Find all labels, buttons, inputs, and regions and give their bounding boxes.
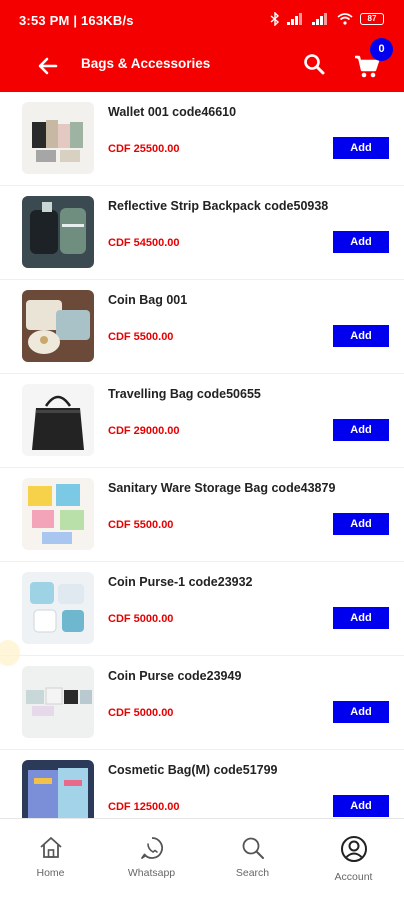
product-price: CDF 25500.00 (108, 143, 180, 155)
product-name: Sanitary Ware Storage Bag code43879 (108, 481, 336, 495)
add-button[interactable]: Add (333, 137, 389, 159)
bottom-navigation: Home Whatsapp Search Account (0, 818, 404, 900)
product-name: Reflective Strip Backpack code50938 (108, 199, 329, 213)
wifi-icon (337, 13, 353, 25)
product-item[interactable]: Reflective Strip Backpack code50938 CDF … (0, 186, 404, 280)
product-item[interactable]: Cosmetic Bag(M) code51799 CDF 12500.00 A… (0, 750, 404, 818)
add-button[interactable]: Add (333, 795, 389, 817)
product-price: CDF 5000.00 (108, 707, 174, 719)
bluetooth-icon (270, 12, 280, 26)
battery-icon: 87 (360, 13, 384, 25)
account-icon (340, 836, 367, 862)
status-time: 3:53 PM | 163KB/s (19, 13, 134, 28)
nav-account-label: Account (334, 871, 373, 883)
product-image (22, 572, 94, 644)
product-price: CDF 12500.00 (108, 801, 180, 813)
product-image (22, 102, 94, 174)
nav-search[interactable]: Search (202, 819, 303, 900)
product-image (22, 666, 94, 738)
system-icons: 87 (270, 12, 384, 26)
product-item[interactable]: Travelling Bag code50655 CDF 29000.00 Ad… (0, 374, 404, 468)
nav-whatsapp-label: Whatsapp (127, 867, 176, 879)
product-name: Travelling Bag code50655 (108, 387, 261, 401)
signal-icon-2 (312, 13, 327, 25)
product-image (22, 760, 94, 818)
product-image (22, 196, 94, 268)
whatsapp-icon (140, 837, 163, 859)
search-icon (242, 837, 264, 859)
product-name: Coin Bag 001 (108, 293, 188, 307)
product-price: CDF 5000.00 (108, 613, 174, 625)
nav-home-label: Home (36, 867, 65, 879)
home-icon (39, 837, 62, 858)
product-item[interactable]: Sanitary Ware Storage Bag code43879 CDF … (0, 468, 404, 562)
page-title: Bags & Accessories (81, 56, 211, 71)
add-button[interactable]: Add (333, 325, 389, 347)
product-price: CDF 54500.00 (108, 237, 180, 249)
search-icon[interactable] (302, 52, 326, 76)
product-item[interactable]: Wallet 001 code46610 CDF 25500.00 Add (0, 92, 404, 186)
product-name: Coin Purse code23949 (108, 669, 242, 683)
product-item[interactable]: Coin Purse code23949 CDF 5000.00 Add (0, 656, 404, 750)
product-image (22, 478, 94, 550)
add-button[interactable]: Add (333, 701, 389, 723)
status-bar: 3:53 PM | 163KB/s 87 (0, 0, 404, 42)
product-price: CDF 29000.00 (108, 425, 180, 437)
cart-badge: 0 (370, 38, 393, 61)
product-item[interactable]: Coin Bag 001 CDF 5500.00 Add (0, 280, 404, 374)
product-price: CDF 5500.00 (108, 519, 174, 531)
add-button[interactable]: Add (333, 607, 389, 629)
signal-icon (287, 13, 302, 25)
nav-whatsapp[interactable]: Whatsapp (101, 819, 202, 900)
add-button[interactable]: Add (333, 513, 389, 535)
product-list: Wallet 001 code46610 CDF 25500.00 Add Re… (0, 92, 404, 818)
nav-account[interactable]: Account (303, 819, 404, 900)
product-price: CDF 5500.00 (108, 331, 174, 343)
add-button[interactable]: Add (333, 231, 389, 253)
product-image (22, 290, 94, 362)
product-name: Coin Purse-1 code23932 (108, 575, 253, 589)
product-item[interactable]: Coin Purse-1 code23932 CDF 5000.00 Add (0, 562, 404, 656)
nav-search-label: Search (235, 867, 270, 879)
product-name: Cosmetic Bag(M) code51799 (108, 763, 278, 777)
product-name: Wallet 001 code46610 (108, 105, 237, 119)
app-bar: Bags & Accessories 0 (0, 38, 404, 92)
add-button[interactable]: Add (333, 419, 389, 441)
nav-home[interactable]: Home (0, 819, 101, 900)
back-arrow-icon[interactable] (36, 54, 60, 78)
product-image (22, 384, 94, 456)
